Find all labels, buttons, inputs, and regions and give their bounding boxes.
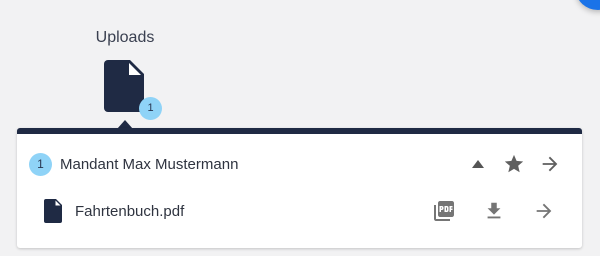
- star-icon[interactable]: [496, 146, 532, 182]
- uploads-title: Uploads: [95, 29, 155, 46]
- arrow-right-icon[interactable]: [526, 193, 562, 229]
- file-row[interactable]: Fahrtenbuch.pdf: [17, 190, 582, 232]
- file-name[interactable]: Fahrtenbuch.pdf: [75, 203, 184, 220]
- uploads-page: Uploads 1 1 Mandant Max Mustermann Fahrt…: [0, 0, 600, 256]
- group-actions: [460, 146, 568, 182]
- file-icon: [44, 199, 62, 223]
- uploads-file-icon[interactable]: [104, 60, 144, 112]
- group-label: Mandant Max Mustermann: [60, 155, 239, 173]
- group-count-badge: 1: [29, 152, 52, 176]
- floating-action-button[interactable]: [576, 0, 600, 10]
- arrow-right-icon[interactable]: [532, 146, 568, 182]
- download-icon[interactable]: [476, 193, 512, 229]
- file-actions: [412, 193, 562, 229]
- group-row[interactable]: 1 Mandant Max Mustermann: [17, 147, 582, 181]
- uploads-count-badge: 1: [139, 97, 162, 120]
- pdf-icon[interactable]: [426, 193, 462, 229]
- triangle-up-icon[interactable]: [460, 146, 496, 182]
- uploads-panel: 1 Mandant Max Mustermann Fahrtenbuch.pdf: [17, 128, 582, 248]
